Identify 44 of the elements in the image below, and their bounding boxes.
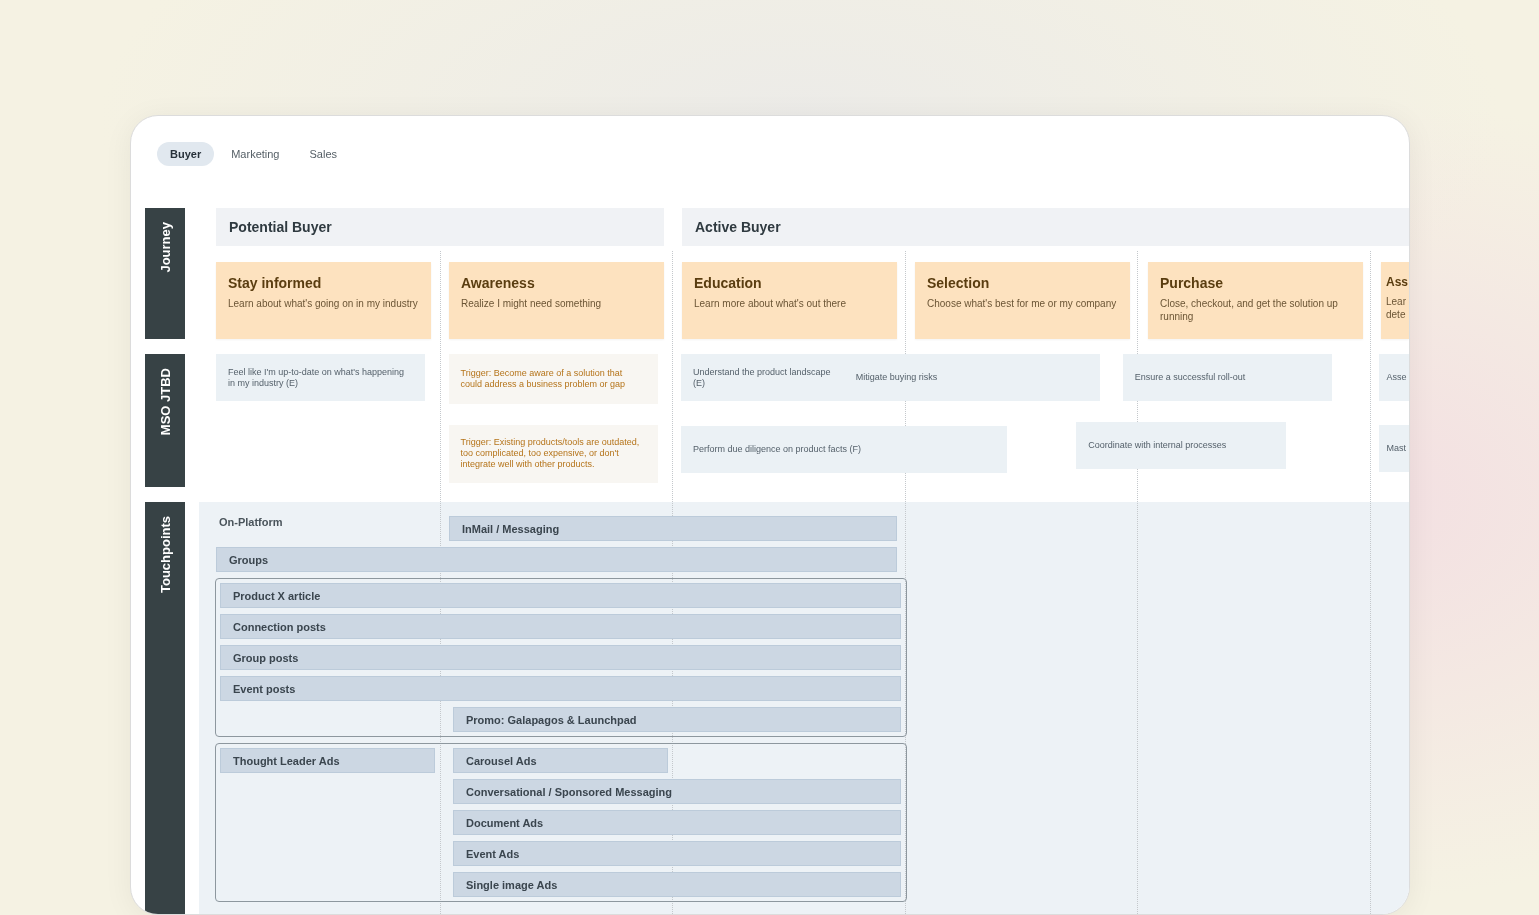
stage-description: Lear dete <box>1386 295 1407 321</box>
tab[interactable]: Sales <box>296 142 350 166</box>
touchpoint-bar: Single image Ads <box>453 872 901 897</box>
group-label: On-Platform <box>218 516 284 528</box>
touchpoint-bar: Conversational / Sponsored Messaging <box>453 779 901 804</box>
section-label: Touchpoints <box>145 502 185 914</box>
section-label: Journey <box>145 208 185 339</box>
touchpoint-bar: Product X article <box>220 583 901 608</box>
tab[interactable]: Marketing <box>218 142 293 166</box>
stage-title: Education <box>694 275 763 291</box>
stage-description: Choose what's best for me or my company <box>927 297 1118 310</box>
tab[interactable]: Buyer <box>157 142 215 166</box>
section-label: MSO JTBD <box>145 354 185 487</box>
stage-title: Ass <box>1386 275 1409 289</box>
phase-header: Active Buyer <box>682 208 1409 246</box>
touchpoint-bar: InMail / Messaging <box>449 516 897 541</box>
phase-header: Potential Buyer <box>216 208 664 246</box>
job-note: Coordinate with internal processes <box>1076 421 1286 469</box>
job-note: Understand the product landscape (E) <box>681 354 844 401</box>
stage-title: Awareness <box>461 275 536 291</box>
stage-description: Close, checkout, and get the solution up running <box>1160 297 1339 323</box>
stage-title: Stay informed <box>228 275 323 291</box>
touchpoint-bar: Connection posts <box>220 614 901 639</box>
touchpoint-bar: Group posts <box>220 645 901 670</box>
job-note: Mitigate buying risks <box>843 354 1100 401</box>
touchpoint-bar: Event posts <box>220 676 901 701</box>
touchpoint-bar: Thought Leader Ads <box>220 748 435 773</box>
touchpoint-bar: Carousel Ads <box>453 748 668 773</box>
stage-description: Realize I might need something <box>461 297 603 310</box>
job-note: Perform due diligence on product facts (F) <box>681 425 1007 473</box>
trigger-note: Trigger: Become aware of a solution that could address a business problem or gap <box>448 354 658 404</box>
touchpoint-bar: Promo: Galapagos & Launchpad <box>453 707 901 732</box>
job-note: Mast <box>1378 424 1409 472</box>
stage-description: Learn about what's going on in my industry <box>228 297 419 310</box>
stage-description: Learn more about what's out there <box>694 297 847 310</box>
job-note: Asse <box>1378 354 1409 401</box>
touchpoint-bar: Groups <box>216 547 897 572</box>
trigger-note: Trigger: Existing products/tools are outdated, too complicated, too expensive, or don't integrate well with other products. <box>448 424 658 483</box>
stage-title: Purchase <box>1160 275 1225 291</box>
touchpoint-bar: Document Ads <box>453 810 901 835</box>
stage-title: Selection <box>927 275 991 291</box>
job-note: Feel like I'm up-to-date on what's happening in my industry (E) <box>216 354 426 401</box>
touchpoint-bar: Event Ads <box>453 841 901 866</box>
job-note: Ensure a successful roll-out <box>1122 354 1332 401</box>
